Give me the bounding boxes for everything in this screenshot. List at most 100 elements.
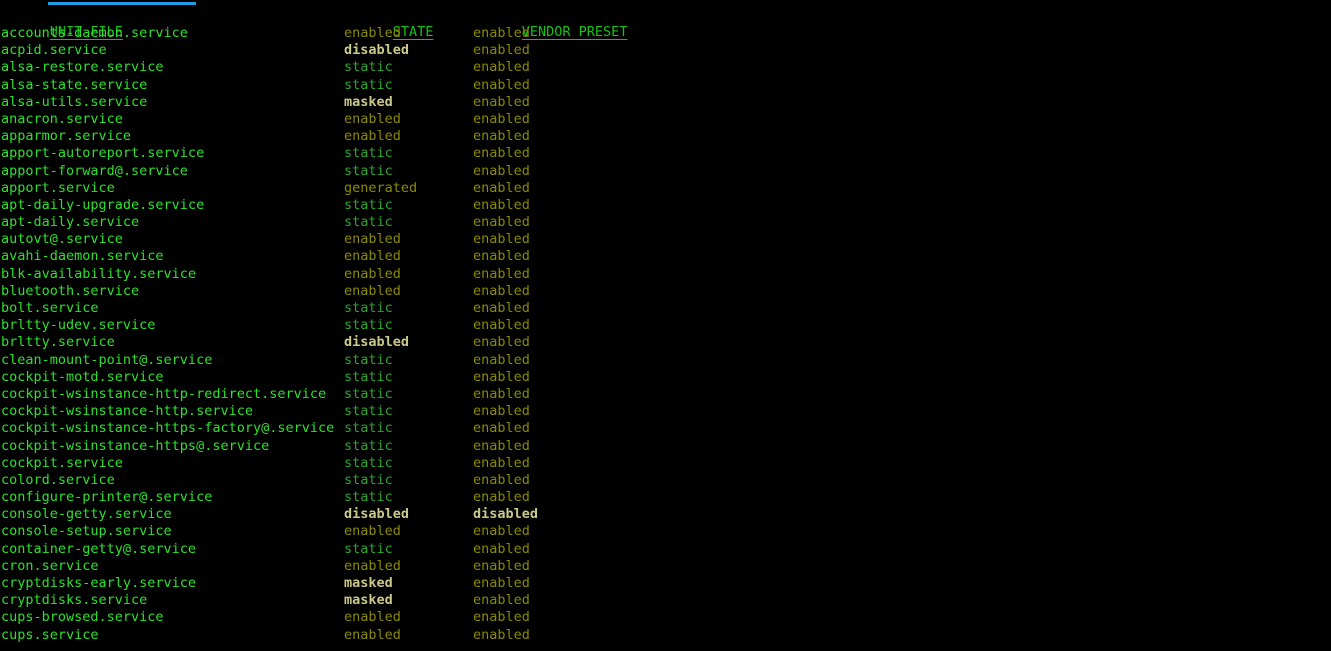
unit-file-name: anacron.service [1, 111, 344, 128]
table-row[interactable]: brltty-udev.service static enabled [0, 317, 1331, 334]
unit-file-name: cockpit-wsinstance-http-redirect.service [1, 386, 344, 403]
table-row[interactable]: cockpit-motd.service static enabled [0, 369, 1331, 386]
unit-file-name: avahi-daemon.service [1, 248, 344, 265]
table-row[interactable]: clean-mount-point@.service static enabled [0, 352, 1331, 369]
unit-file-name-label: brltty-udev.service [1, 317, 156, 334]
unit-state: generated [344, 180, 473, 197]
unit-file-name-label: configure-printer@.service [1, 489, 213, 506]
unit-state: masked [344, 94, 473, 111]
table-row[interactable]: alsa-state.service static enabled [0, 77, 1331, 94]
table-row[interactable]: configure-printer@.service static enabled [0, 489, 1331, 506]
table-row[interactable]: container-getty@.service static enabled [0, 541, 1331, 558]
unit-file-name-label: blk-availability.service [1, 265, 197, 282]
unit-state: static [344, 300, 473, 317]
unit-state-label: static [344, 300, 393, 316]
unit-state: enabled [344, 111, 473, 128]
unit-vendor-preset-label: enabled [473, 231, 530, 248]
unit-state-label: enabled [344, 557, 401, 574]
unit-state: enabled [344, 266, 473, 283]
table-row[interactable]: accounts-daemon.service enabled enabled [0, 25, 1331, 42]
table-row[interactable]: alsa-restore.service static enabled [0, 59, 1331, 76]
unit-state: enabled [344, 25, 473, 42]
table-row[interactable]: acpid.service disabled enabled [0, 42, 1331, 59]
table-row[interactable]: apparmor.service enabled enabled [0, 128, 1331, 145]
table-row[interactable]: cryptdisks-early.service masked enabled [0, 575, 1331, 592]
unit-file-name-label: anacron.service [1, 110, 123, 127]
table-row[interactable]: cockpit-wsinstance-http-redirect.service… [0, 386, 1331, 403]
unit-vendor-preset: enabled [473, 266, 530, 283]
table-row[interactable]: cockpit-wsinstance-https@.service static e… [0, 438, 1331, 455]
unit-file-name: autovt@.service [1, 231, 344, 248]
table-row[interactable]: anacron.service enabled enabled [0, 111, 1331, 128]
unit-state: static [344, 403, 473, 420]
table-row[interactable]: alsa-utils.service masked enabled [0, 94, 1331, 111]
unit-vendor-preset-label: enabled [473, 282, 530, 299]
table-row[interactable]: apport-autoreport.service static enabled [0, 145, 1331, 162]
table-row[interactable]: cups-browsed.service enabled enabled [0, 609, 1331, 626]
unit-file-name-label: cockpit-motd.service [1, 368, 164, 385]
unit-file-name: console-getty.service [1, 506, 344, 523]
unit-file-name: apport.service [1, 180, 344, 197]
unit-vendor-preset-label: enabled [473, 317, 530, 334]
unit-state-label: enabled [344, 110, 401, 127]
unit-state-label: disabled [344, 506, 410, 523]
unit-vendor-preset-label: enabled [473, 626, 530, 643]
unit-state: static [344, 541, 473, 558]
table-row[interactable]: apport-forward@.service static enabled [0, 163, 1331, 180]
unit-file-name-label: colord.service [1, 471, 115, 488]
unit-vendor-preset: enabled [473, 317, 530, 334]
unit-file-name-label: alsa-utils.service [1, 93, 148, 110]
table-row[interactable]: cryptdisks.service masked enabled [0, 592, 1331, 609]
unit-vendor-preset-label: enabled [473, 437, 530, 454]
table-row[interactable]: apport.service generated enabled [0, 180, 1331, 197]
table-row[interactable]: bolt.service static enabled [0, 300, 1331, 317]
scroll-position-bar[interactable] [48, 2, 196, 5]
unit-vendor-preset-label: enabled [473, 76, 530, 93]
unit-state-label: disabled [344, 334, 410, 351]
unit-file-name-label: autovt@.service [1, 231, 123, 248]
unit-vendor-preset-label: enabled [473, 128, 530, 145]
unit-state: static [344, 145, 473, 162]
unit-file-name-label: apport.service [1, 179, 115, 196]
unit-file-name-label: bolt.service [1, 300, 99, 316]
unit-file-name: colord.service [1, 472, 344, 489]
table-row[interactable]: colord.service static enabled [0, 472, 1331, 489]
table-row[interactable]: blk-availability.service enabled enabled [0, 266, 1331, 283]
table-row[interactable]: apt-daily-upgrade.service static enabled [0, 197, 1331, 214]
unit-file-name: accounts-daemon.service [1, 25, 344, 42]
unit-state: static [344, 214, 473, 231]
table-row[interactable]: console-getty.service disabled disabled [0, 506, 1331, 523]
unit-file-name: brltty-udev.service [1, 317, 344, 334]
table-row[interactable]: bluetooth.service enabled enabled [0, 283, 1331, 300]
unit-file-name: alsa-state.service [1, 77, 344, 94]
unit-state: enabled [344, 609, 473, 626]
table-row[interactable]: apt-daily.service static enabled [0, 214, 1331, 231]
unit-file-name: cockpit-motd.service [1, 369, 344, 386]
table-row[interactable]: avahi-daemon.service enabled enabled [0, 248, 1331, 265]
unit-vendor-preset: enabled [473, 403, 530, 420]
table-row[interactable]: cockpit-wsinstance-https-factory@.servic… [0, 420, 1331, 437]
table-row[interactable]: cups.service enabled enabled [0, 627, 1331, 644]
table-row[interactable]: cockpit-wsinstance-http.service static ena… [0, 403, 1331, 420]
unit-state: enabled [344, 523, 473, 540]
unit-vendor-preset: enabled [473, 455, 530, 472]
unit-file-name: cockpit-wsinstance-https-factory@.servic… [1, 420, 344, 437]
table-row[interactable]: autovt@.service enabled enabled [0, 231, 1331, 248]
unit-state: static [344, 438, 473, 455]
unit-state-label: enabled [344, 265, 401, 282]
unit-vendor-preset-label: enabled [473, 93, 530, 110]
unit-state-label: static [344, 76, 393, 93]
unit-state: enabled [344, 128, 473, 145]
unit-state: enabled [344, 627, 473, 644]
unit-vendor-preset: enabled [473, 627, 530, 644]
table-row[interactable]: brltty.service disabled enabled [0, 334, 1331, 351]
table-row[interactable]: console-setup.service enabled enabled [0, 523, 1331, 540]
table-row[interactable]: cron.service enabled enabled [0, 558, 1331, 575]
unit-file-name-label: accounts-daemon.service [1, 25, 188, 41]
scroll-position-track [0, 0, 1331, 7]
table-row[interactable]: cockpit.service static enabled [0, 455, 1331, 472]
unit-state: static [344, 369, 473, 386]
unit-vendor-preset-label: enabled [473, 196, 530, 213]
unit-state-label: static [344, 471, 393, 488]
unit-file-name-label: brltty.service [1, 334, 115, 351]
